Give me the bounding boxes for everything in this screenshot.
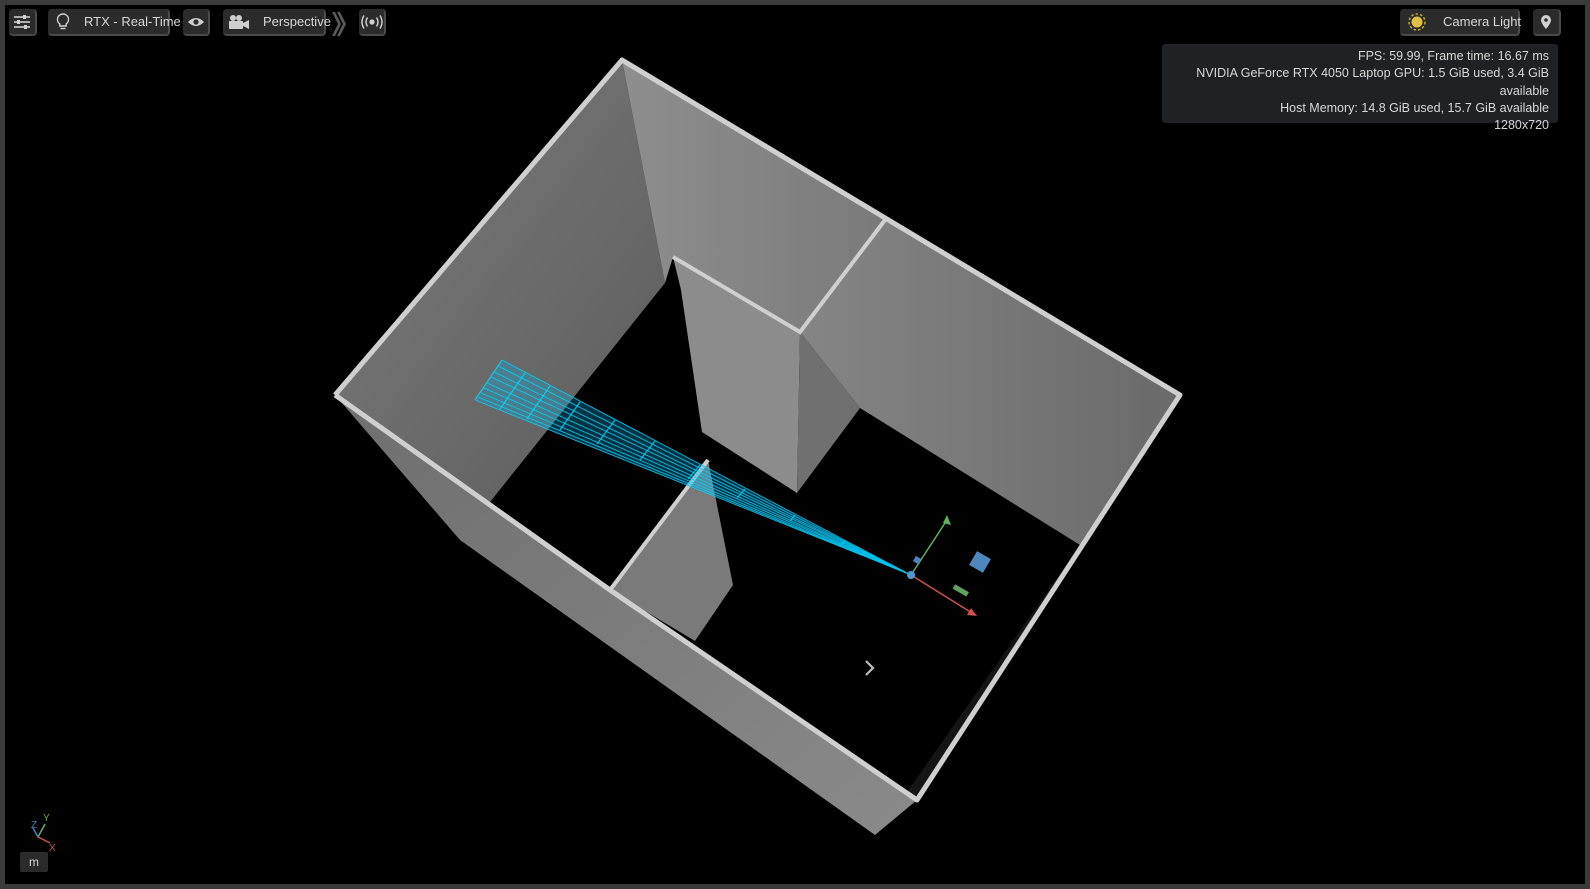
wall-back-right <box>800 220 1180 545</box>
units-badge[interactable]: m <box>20 852 48 872</box>
camera-menu[interactable]: Perspective <box>223 9 331 36</box>
map-pin-icon <box>1540 14 1552 30</box>
chevron-double-right-icon <box>331 12 347 41</box>
lightbulb-icon <box>56 12 70 31</box>
fps-readout: FPS: 59.99, Frame time: 16.67 ms <box>1357 49 1549 63</box>
eye-icon <box>187 16 205 28</box>
toolbar-expand-button[interactable] <box>331 11 347 37</box>
resolution-readout: 1280x720 <box>1494 118 1549 133</box>
sliders-icon <box>13 14 31 30</box>
scene-render <box>333 57 1183 835</box>
pin-button[interactable] <box>1533 9 1561 36</box>
axis-indicator: Y Z X <box>31 813 56 852</box>
broadcast-icon <box>360 14 383 29</box>
settings-button[interactable] <box>9 9 37 36</box>
camera-light-menu[interactable]: Camera Light <box>1400 9 1522 36</box>
sun-icon <box>1407 12 1427 32</box>
stream-button[interactable] <box>359 9 386 36</box>
camera-light-label: Camera Light <box>1443 14 1522 29</box>
transform-gizmo <box>907 515 991 616</box>
gpu-memory-readout: NVIDIA GeForce RTX 4050 Laptop GPU: 1.5 … <box>1196 66 1549 98</box>
axis-z-label: Z <box>31 820 37 831</box>
mouse-cursor <box>865 660 875 676</box>
host-memory-readout: Host Memory: 14.8 GiB used, 15.7 GiB ava… <box>1280 100 1549 115</box>
axis-y-label: Y <box>43 813 50 824</box>
stats-overlay: FPS: 59.99, Frame time: 16.67 ms NVIDIA … <box>1162 44 1558 132</box>
renderer-menu[interactable]: RTX - Real-Time <box>48 9 181 36</box>
camera-label: Perspective <box>263 14 331 29</box>
3d-viewport[interactable]: RTX - Real-Time Perspective Camera Light <box>5 5 1585 884</box>
renderer-label: RTX - Real-Time <box>84 14 181 29</box>
visibility-button[interactable] <box>183 9 210 36</box>
camera-icon <box>228 14 250 30</box>
axis-x-label: X <box>49 843 56 852</box>
